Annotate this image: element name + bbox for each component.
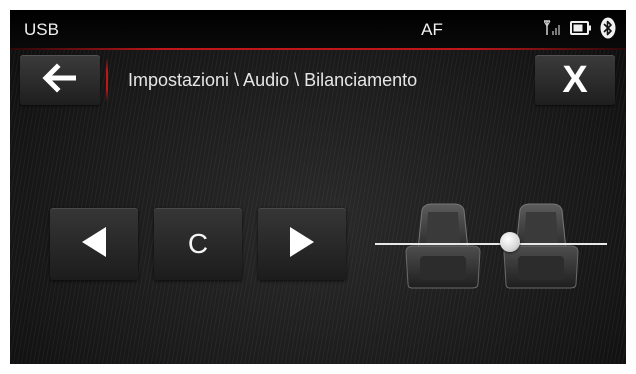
battery-icon: [570, 20, 592, 40]
balance-slider-knob[interactable]: [499, 232, 520, 252]
balance-left-button[interactable]: [50, 208, 138, 280]
header-divider-left: [106, 58, 108, 102]
left-seat-shape: [405, 203, 481, 289]
close-icon: X: [562, 59, 588, 101]
status-bar: USB AF: [10, 10, 626, 50]
header-bar: Impostazioni \ Audio \ Bilanciamento X: [10, 50, 626, 110]
balance-right-button[interactable]: [258, 208, 346, 280]
source-label: USB: [24, 20, 59, 39]
bluetooth-icon: [600, 17, 616, 44]
arrow-left-icon: [40, 62, 80, 98]
close-button[interactable]: X: [535, 55, 615, 105]
af-indicator: AF: [421, 20, 443, 39]
balance-slider-track[interactable]: [375, 243, 607, 245]
page-title: Impostazioni \ Audio \ Bilanciamento: [128, 70, 418, 90]
triangle-left-icon: [79, 225, 109, 264]
car-seats-icon: [370, 200, 610, 290]
back-button[interactable]: [20, 55, 100, 105]
triangle-right-icon: [287, 225, 317, 264]
balance-center-button[interactable]: C: [154, 208, 242, 280]
balance-center-label: C: [187, 228, 209, 259]
status-icons: [543, 17, 616, 44]
head-unit-screen: USB AF Impostazioni \ Audio \ Bilanciame…: [10, 10, 626, 364]
signal-icon: [543, 19, 562, 42]
